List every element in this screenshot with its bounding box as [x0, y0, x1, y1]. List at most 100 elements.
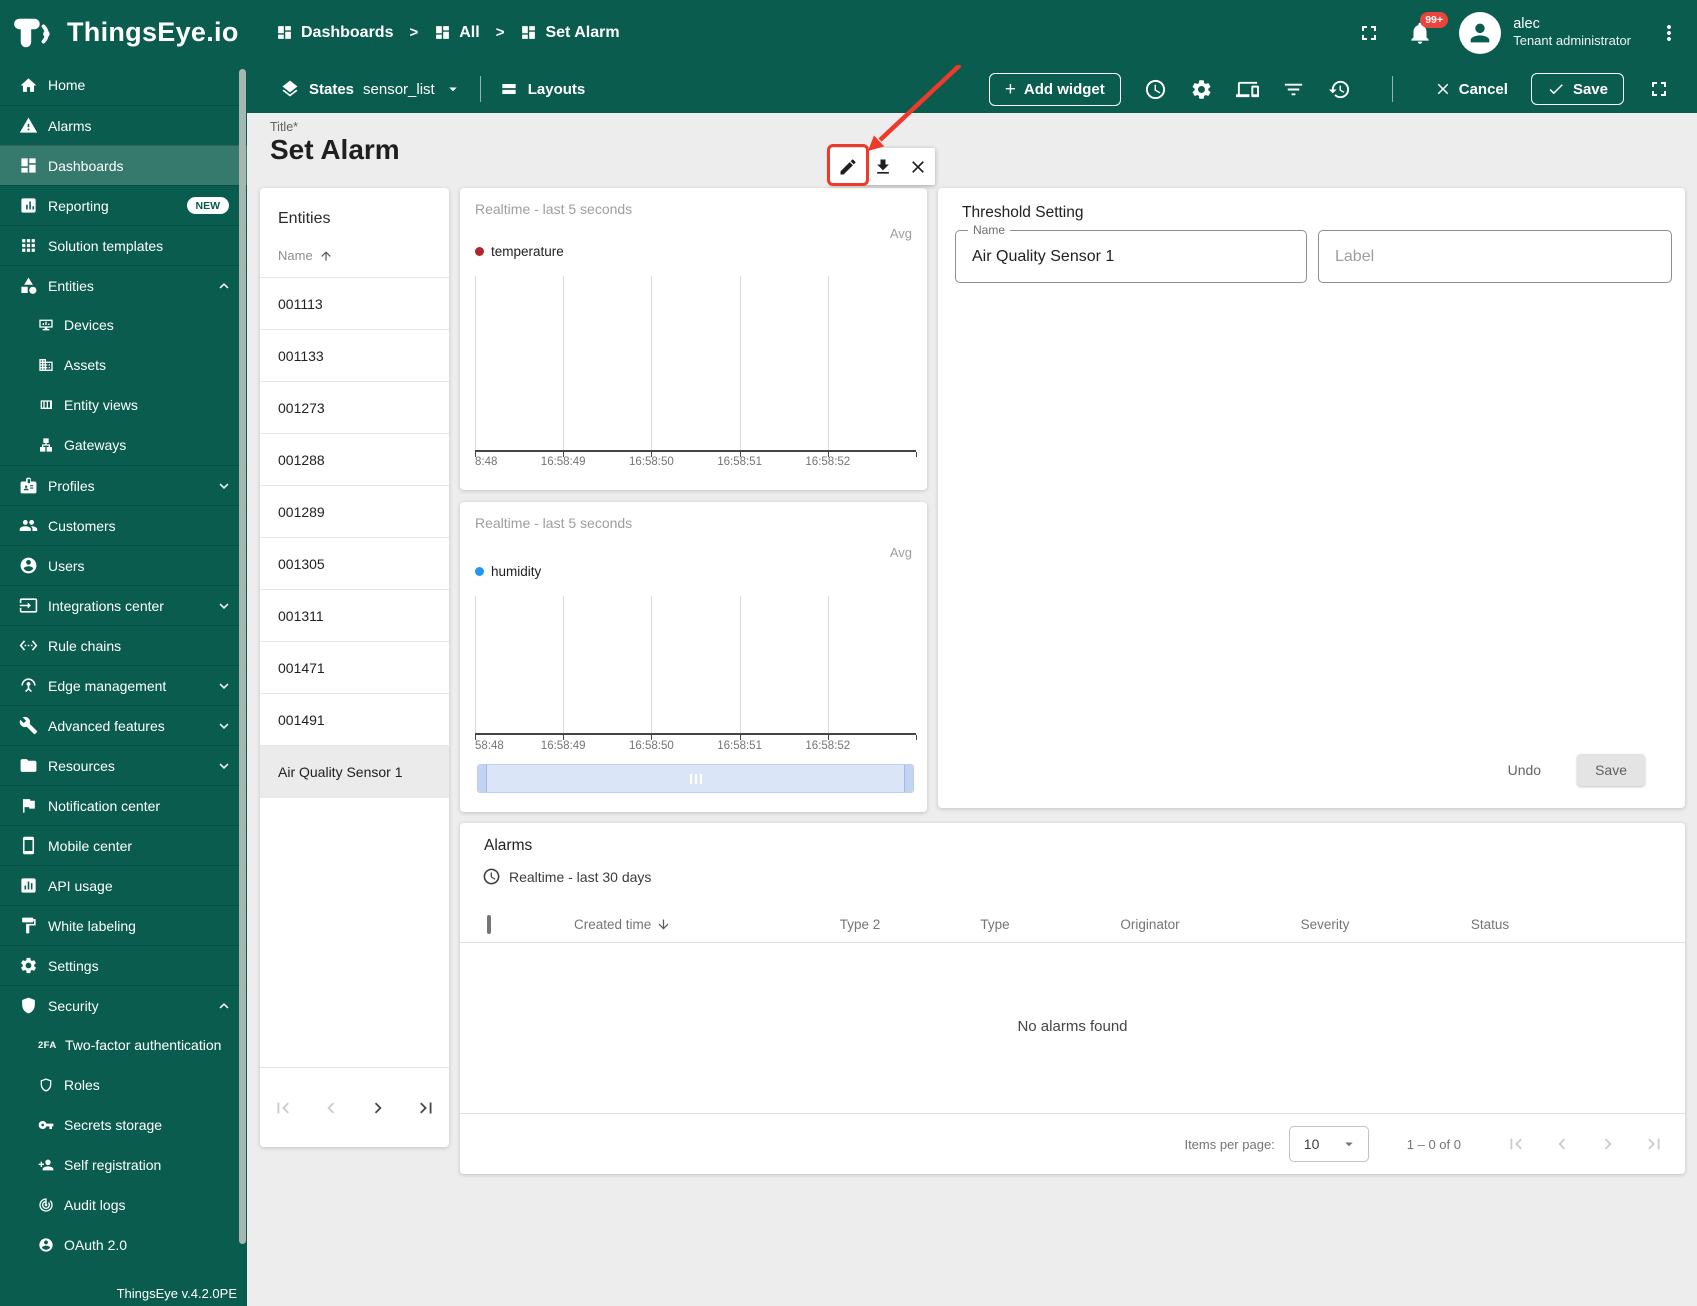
entities-name-column-header[interactable]: Name [260, 228, 449, 278]
close-widget-button[interactable] [900, 148, 935, 185]
sidebar-item-users[interactable]: Users [0, 545, 247, 585]
sidebar-item-two-factor-authentication[interactable]: 2FA Two-factor authentication [0, 1025, 247, 1065]
sidebar-item-security[interactable]: Security [0, 985, 247, 1025]
download-widget-button[interactable] [865, 148, 900, 185]
column-header-originator[interactable]: Originator [1060, 917, 1240, 932]
sidebar-item-settings[interactable]: Settings [0, 945, 247, 985]
sidebar-item-edge-management[interactable]: Edge management [0, 665, 247, 705]
sidebar-item-secrets-storage[interactable]: Secrets storage [0, 1105, 247, 1145]
sidebar-item-roles[interactable]: Roles [0, 1065, 247, 1105]
sidebar-item-rule-chains[interactable]: Rule chains [0, 625, 247, 665]
range-handle-left[interactable] [478, 765, 487, 792]
sidebar-item-resources[interactable]: Resources [0, 745, 247, 785]
check-icon [1549, 84, 1563, 95]
label-input[interactable] [1319, 231, 1671, 282]
cancel-button[interactable]: Cancel [1434, 80, 1508, 98]
add-widget-button[interactable]: + Add widget [988, 72, 1121, 106]
entity-row[interactable]: 001305 [260, 538, 449, 590]
last-page-button[interactable] [415, 1097, 437, 1119]
sidebar-item-label: White labeling [48, 917, 136, 934]
column-header-created-time[interactable]: Created time [550, 917, 790, 932]
user-menu[interactable]: alec Tenant administrator [1513, 15, 1631, 51]
sidebar-item-entities[interactable]: Entities [0, 265, 247, 305]
gridline [651, 596, 653, 735]
entity-row[interactable]: 001491 [260, 694, 449, 746]
column-header-type-2[interactable]: Type 2 [790, 917, 930, 932]
column-header-status[interactable]: Status [1410, 917, 1570, 932]
undo-button[interactable]: Undo [1498, 754, 1551, 786]
legend-item-humidity[interactable]: humidity [475, 564, 541, 579]
sidebar-item-entity-views[interactable]: Entity views [0, 385, 247, 425]
filters-button[interactable] [1282, 78, 1305, 101]
timewindow-button[interactable] [1144, 78, 1167, 101]
entity-row[interactable]: 001288 [260, 434, 449, 486]
entity-row[interactable]: 001273 [260, 382, 449, 434]
chevron-right-button[interactable] [367, 1097, 389, 1119]
notifications-button[interactable]: 99+ [1407, 11, 1449, 46]
layouts-button[interactable]: Layouts [499, 79, 585, 99]
logo[interactable]: ThingsEye.io [0, 14, 242, 52]
x-tick-label: 58:48 [475, 740, 504, 752]
kebab-menu-button[interactable] [1657, 21, 1681, 45]
threshold-save-button[interactable]: Save [1577, 754, 1645, 786]
select-all-checkbox[interactable] [487, 915, 491, 934]
sidebar-item-alarms[interactable]: Alarms [0, 105, 247, 145]
sidebar-item-devices[interactable]: Devices [0, 305, 247, 345]
fullscreen-button[interactable] [1357, 21, 1381, 45]
settings-button[interactable] [1190, 78, 1213, 101]
items-per-page-select[interactable]: 10 [1288, 1126, 1369, 1162]
sidebar-item-advanced-features[interactable]: Advanced features [0, 705, 247, 745]
entity-row[interactable]: 001289 [260, 486, 449, 538]
breadcrumb-item-dashboards[interactable]: Dashboards [276, 24, 393, 42]
column-header-type[interactable]: Type [930, 917, 1060, 932]
sidebar-item-reporting[interactable]: Reporting NEW [0, 185, 247, 225]
avatar[interactable] [1459, 11, 1502, 54]
aliases-button[interactable] [1235, 78, 1259, 101]
breadcrumb-item-set-alarm[interactable]: Set Alarm [520, 24, 620, 42]
edit-widget-button[interactable] [830, 148, 865, 185]
sidebar-item-gateways[interactable]: Gateways [0, 425, 247, 465]
entity-row[interactable]: Air Quality Sensor 1 [260, 746, 449, 798]
name-input[interactable] [956, 231, 1306, 282]
sidebar-item-audit-logs[interactable]: Audit logs [0, 1185, 247, 1225]
sidebar-item-self-registration[interactable]: Self registration [0, 1145, 247, 1185]
fullscreen-icon [1652, 82, 1666, 96]
time-range-selector[interactable] [477, 764, 914, 793]
sidebar-item-notification-center[interactable]: Notification center [0, 785, 247, 825]
sidebar-item-assets[interactable]: Assets [0, 345, 247, 385]
entity-row[interactable]: 001113 [260, 278, 449, 330]
sidebar-item-solution-templates[interactable]: Solution templates [0, 225, 247, 265]
toolbar-actions: + Add widget Cancel Save [988, 72, 1671, 106]
sidebar-item-profiles[interactable]: Profiles [0, 465, 247, 505]
alarms-timewindow-button[interactable]: Realtime - last 30 days [482, 867, 651, 886]
entity-row[interactable]: 001133 [260, 330, 449, 382]
alarms-pagination [1505, 1133, 1665, 1155]
range-handle-right[interactable] [904, 765, 913, 792]
api-usage-icon [21, 878, 36, 893]
states-selector[interactable]: States sensor_list [280, 79, 462, 99]
sidebar-item-white-labeling[interactable]: White labeling [0, 905, 247, 945]
cancel-label: Cancel [1458, 80, 1508, 98]
sidebar-item-dashboards[interactable]: Dashboards [0, 145, 247, 185]
save-button[interactable]: Save [1530, 73, 1624, 105]
sidebar-item-integrations-center[interactable]: Integrations center [0, 585, 247, 625]
sidebar-scrollbar[interactable] [239, 69, 246, 1244]
sidebar-item-customers[interactable]: Customers [0, 505, 247, 545]
breadcrumb-item-all[interactable]: All [434, 24, 480, 42]
sidebar-item-oauth-2-0[interactable]: OAuth 2.0 [0, 1225, 247, 1265]
legend-item-temperature[interactable]: temperature [475, 244, 564, 259]
column-header-severity[interactable]: Severity [1240, 917, 1410, 932]
sidebar-item-home[interactable]: Home [0, 65, 247, 105]
page-title[interactable]: Set Alarm [270, 134, 400, 166]
expand-button[interactable] [1647, 77, 1671, 101]
close-icon [911, 160, 924, 173]
sidebar-item-api-usage[interactable]: API usage [0, 865, 247, 905]
filter-icon [1284, 83, 1302, 95]
entity-row[interactable]: 001311 [260, 590, 449, 642]
entity-row[interactable]: 001471 [260, 642, 449, 694]
entity-name: 001491 [278, 711, 325, 728]
alarms-select-all-cell [460, 915, 550, 934]
layers-icon [280, 79, 300, 99]
version-history-button[interactable] [1328, 78, 1351, 101]
sidebar-item-mobile-center[interactable]: Mobile center [0, 825, 247, 865]
